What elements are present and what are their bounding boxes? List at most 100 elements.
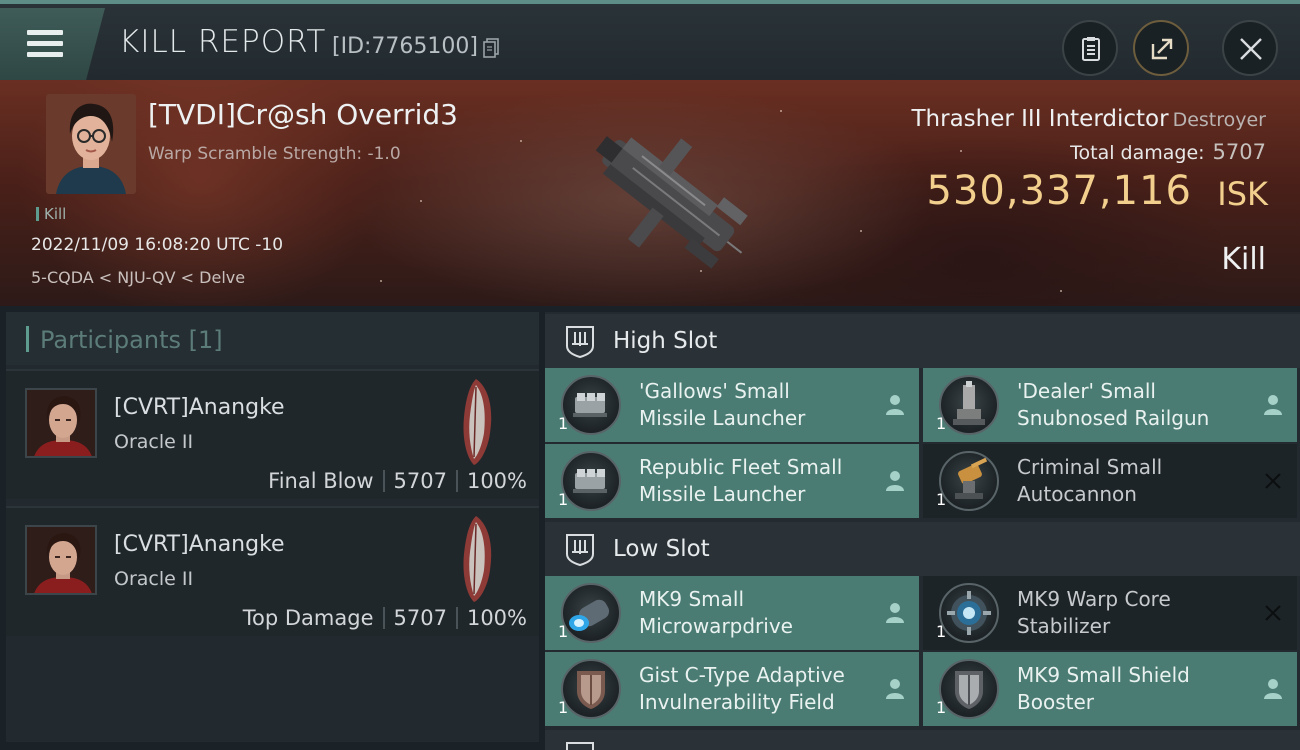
participant-ship: Oracle II — [114, 568, 194, 590]
kill-location[interactable]: 5-CQDA < NJU-QV < Delve — [31, 268, 245, 287]
participant-ship-icon[interactable] — [454, 377, 496, 467]
module-name-line2: Snubnosed Railgun — [1017, 406, 1210, 430]
victim-ship[interactable]: Thrasher III Interdictor Destroyer — [911, 106, 1266, 132]
module-quantity: 1 — [936, 698, 947, 717]
participant-card[interactable]: [CVRT]Anangke Oracle II Final Blow 5707 10… — [6, 369, 539, 499]
missile-launcher-icon — [561, 451, 621, 511]
low-slot-header: Low Slot — [545, 522, 1300, 576]
module-item[interactable]: 1 MK9 Small Shield Booster — [923, 652, 1297, 726]
fitted-person-icon — [1264, 395, 1282, 415]
module-name-line2: Invulnerability Field — [639, 690, 835, 714]
high-slot-icon — [566, 326, 594, 358]
module-item[interactable]: 1 'Gallows' Small Missile Launcher — [545, 368, 919, 442]
module-quantity: 1 — [558, 698, 569, 717]
module-item[interactable]: 1 MK9 Small Microwarpdrive — [545, 576, 919, 650]
module-item[interactable]: 1 Gist C-Type Adaptive Invulnerability Fi… — [545, 652, 919, 726]
total-damage: Total damage: 5707 — [1070, 140, 1266, 164]
fitted-person-icon — [886, 603, 904, 623]
isk-unit: ISK — [1217, 175, 1268, 213]
participants-count: [1] — [188, 326, 223, 354]
participant-percent: 100% — [466, 606, 527, 630]
module-name-line1: 'Dealer' Small — [1017, 379, 1156, 403]
menu-icon-bar — [27, 41, 63, 46]
menu-button[interactable] — [0, 8, 105, 80]
stats-divider — [455, 607, 458, 629]
railgun-icon — [939, 375, 999, 435]
module-name-line1: MK9 Small Shield — [1017, 663, 1190, 687]
fitted-person-icon — [1264, 679, 1282, 699]
module-name-line2: Microwarpdrive — [639, 614, 793, 638]
fitted-person-icon — [886, 395, 904, 415]
module-item[interactable]: 1 Republic Fleet Small Missile Launcher — [545, 444, 919, 518]
stats-divider — [455, 470, 458, 492]
close-button[interactable] — [1222, 20, 1278, 76]
module-name-line1: MK9 Small — [639, 587, 744, 611]
module-name: Gist C-Type Adaptive Invulnerability Fiel… — [639, 662, 845, 716]
participant-ship-icon[interactable] — [454, 514, 496, 604]
participant-stats: Final Blow 5707 100% — [268, 469, 527, 493]
kill-banner: [TVDI]Cr@sh Overrid3 Warp Scramble Stren… — [0, 80, 1300, 306]
participant-damage: 5707 — [393, 606, 447, 630]
victim-subtitle: Warp Scramble Strength: -1.0 — [148, 144, 401, 164]
missile-launcher-icon — [561, 375, 621, 435]
victim-name[interactable]: [TVDI]Cr@sh Overrid3 — [148, 98, 458, 131]
participant-role: Final Blow — [268, 469, 374, 493]
module-quantity: 1 — [558, 490, 569, 509]
mid-slot-header — [545, 730, 1300, 750]
ship-name: Thrasher III Interdictor — [911, 106, 1169, 132]
module-name: MK9 Warp Core Stabilizer — [1017, 586, 1171, 640]
module-quantity: 1 — [936, 414, 947, 433]
stats-divider — [382, 607, 385, 629]
page-title: KILL REPORT — [119, 24, 327, 60]
module-name-line2: Stabilizer — [1017, 614, 1111, 638]
destroyed-x-icon — [1265, 605, 1281, 621]
module-name-line2: Booster — [1017, 690, 1094, 714]
participant-role: Top Damage — [242, 606, 374, 630]
module-name-line1: 'Gallows' Small — [639, 379, 790, 403]
low-slot-icon — [566, 534, 594, 566]
participants-label: Participants — [40, 326, 181, 354]
module-name-line1: Gist C-Type Adaptive — [639, 663, 845, 687]
module-item[interactable]: 1 'Dealer' Small Snubnosed Railgun — [923, 368, 1297, 442]
menu-icon — [27, 30, 63, 35]
module-name: MK9 Small Microwarpdrive — [639, 586, 793, 640]
isk-value: 530,337,116 — [926, 168, 1192, 214]
participant-avatar[interactable] — [25, 388, 97, 458]
participant-card[interactable]: [CVRT]Anangke Oracle II Top Damage 5707 10… — [6, 506, 539, 636]
top-bar: KILL REPORT [ID:7765100] — [0, 0, 1300, 80]
total-damage-value: 5707 — [1212, 140, 1266, 164]
shield-booster-icon — [939, 659, 999, 719]
result-label: Kill — [1221, 242, 1266, 277]
kill-datetime: 2022/11/09 16:08:20 UTC -10 — [31, 235, 284, 255]
module-quantity: 1 — [936, 622, 947, 641]
stats-divider — [382, 470, 385, 492]
module-name-line2: Missile Launcher — [639, 406, 806, 430]
close-icon — [1240, 38, 1262, 60]
kill-tag: Kill — [36, 205, 66, 223]
participant-avatar[interactable] — [25, 525, 97, 595]
ship-class: Destroyer — [1172, 109, 1266, 131]
microwarpdrive-icon — [561, 583, 621, 643]
high-slot-title: High Slot — [613, 328, 718, 354]
shield-icon — [561, 659, 621, 719]
share-button[interactable] — [1133, 20, 1189, 76]
module-name: Criminal Small Autocannon — [1017, 454, 1162, 508]
clipboard-button[interactable] — [1062, 20, 1118, 76]
module-name: 'Dealer' Small Snubnosed Railgun — [1017, 378, 1209, 432]
module-name: MK9 Small Shield Booster — [1017, 662, 1190, 716]
participant-damage: 5707 — [393, 469, 447, 493]
victim-avatar[interactable] — [46, 94, 136, 194]
total-damage-label: Total damage: — [1070, 142, 1205, 164]
share-icon — [1151, 38, 1173, 60]
participant-ship: Oracle II — [114, 431, 194, 453]
participant-name[interactable]: [CVRT]Anangke — [114, 532, 285, 557]
module-name-line1: MK9 Warp Core — [1017, 587, 1171, 611]
participant-name[interactable]: [CVRT]Anangke — [114, 395, 285, 420]
module-item[interactable]: 1 MK9 Warp Core Stabilizer — [923, 576, 1297, 650]
warp-core-stabilizer-icon — [939, 583, 999, 643]
fitting-panel: High Slot 1 'Gallows' Small Missile Launc… — [545, 312, 1300, 750]
mid-slot-icon — [566, 742, 594, 750]
module-item[interactable]: 1 Criminal Small Autocannon — [923, 444, 1297, 518]
menu-icon-bar — [27, 52, 63, 57]
copy-icon[interactable] — [483, 38, 499, 58]
